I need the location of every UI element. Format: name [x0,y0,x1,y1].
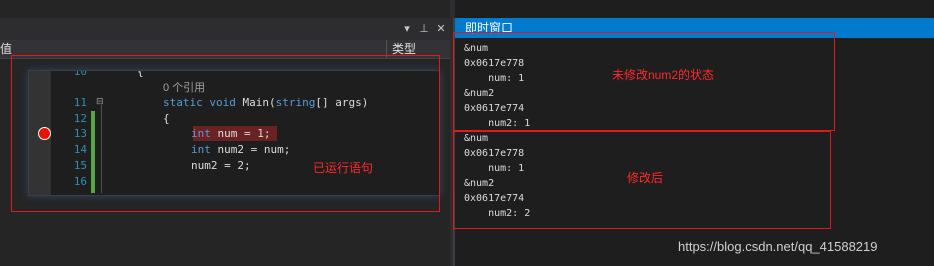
executed-statements-box [11,55,440,212]
executed-statements-label: 已运行语句 [313,161,374,175]
chevron-down-icon[interactable]: ▾ [400,21,414,37]
after-modification-label: 修改后 [627,171,664,185]
pin-icon[interactable]: ⊥ [417,21,431,37]
before-modification-label: 未修改num2的状态 [612,68,715,82]
close-icon[interactable]: ✕ [434,21,448,37]
watermark: https://blog.csdn.net/qq_41588219 [678,239,878,254]
panel-toolbar: ▾ ⊥ ✕ [0,18,450,40]
